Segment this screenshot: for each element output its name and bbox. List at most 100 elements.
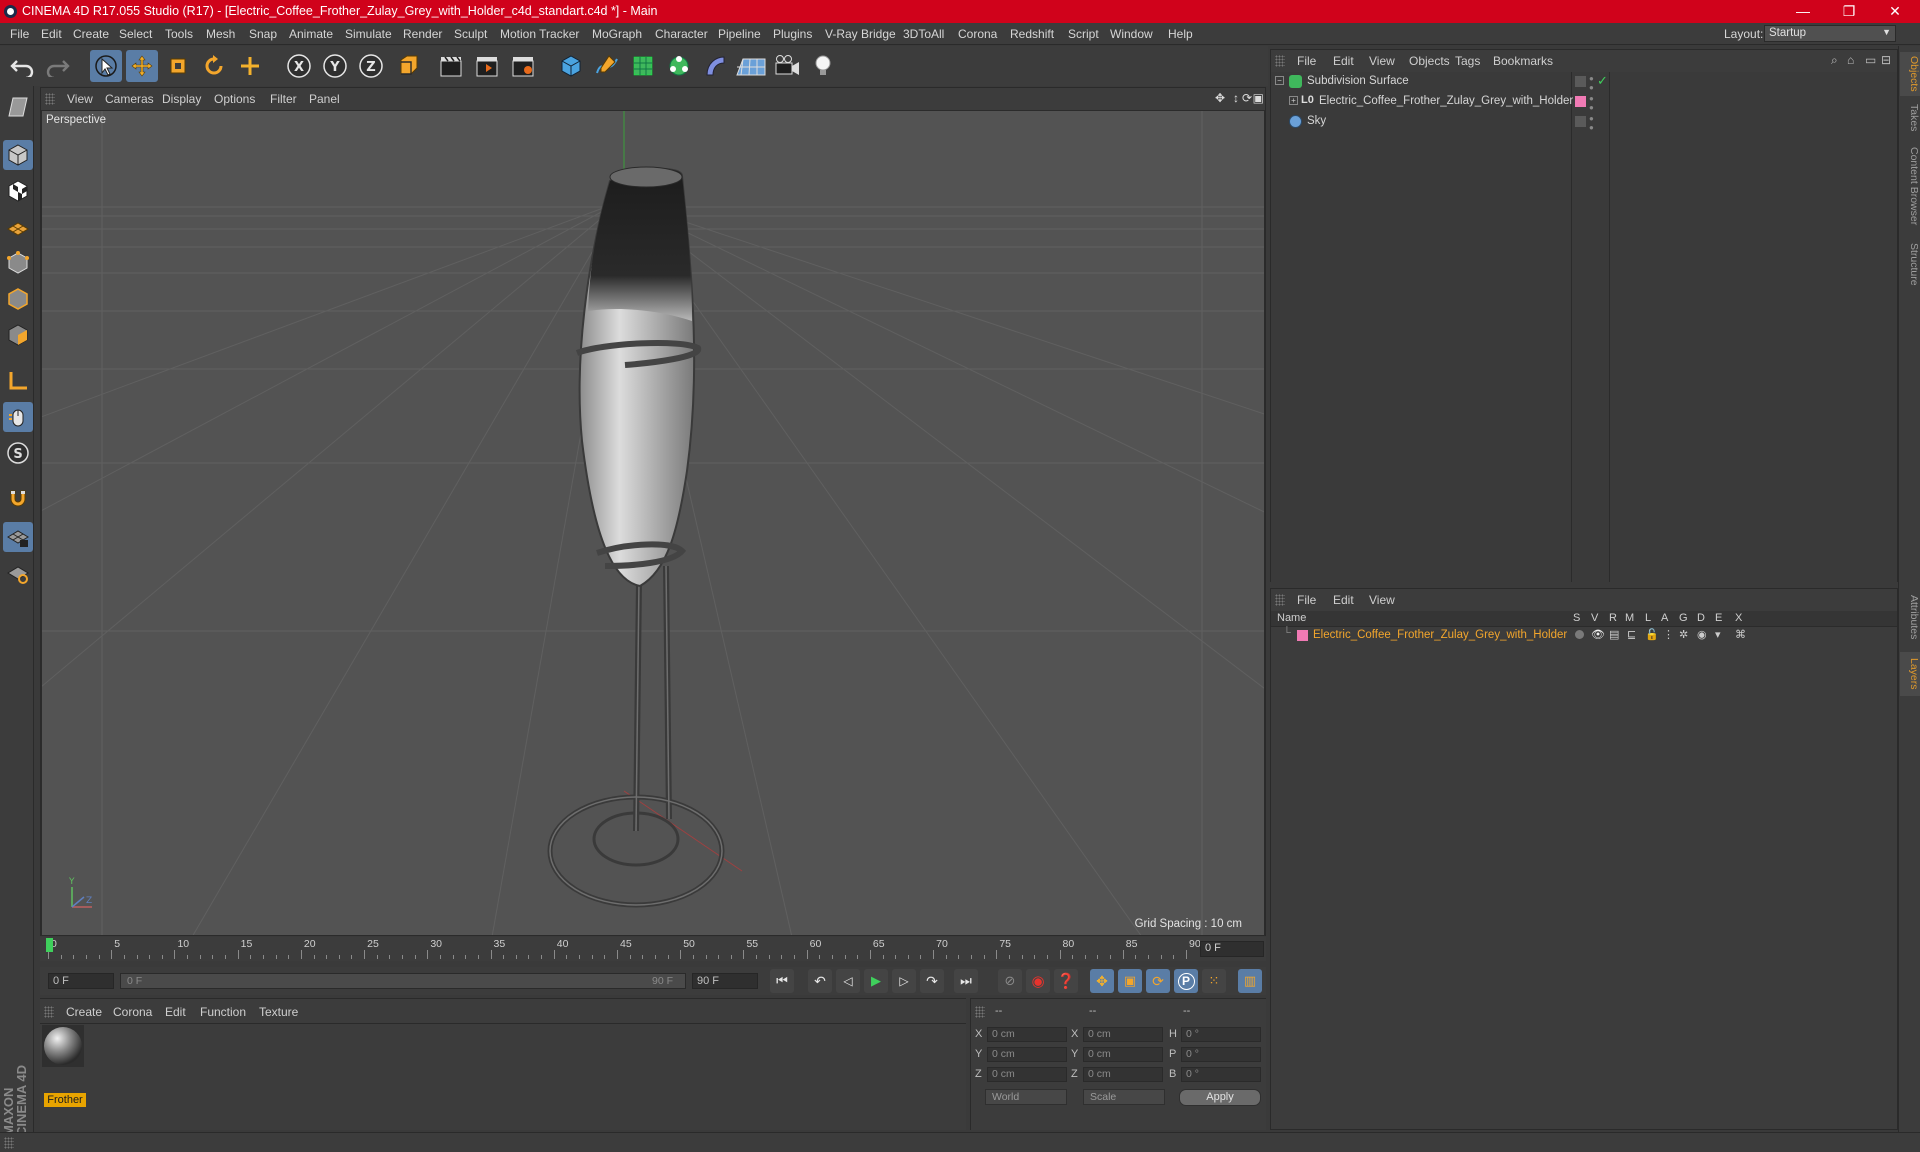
column-generators[interactable]: G	[1679, 612, 1688, 624]
layer-name[interactable]: Electric_Coffee_Frother_Zulay_Grey_with_…	[1313, 629, 1567, 641]
home-icon[interactable]: ⌂	[1847, 53, 1854, 67]
object-menu-objects[interactable]: Objects	[1409, 54, 1450, 68]
visibility-dots-icon[interactable]: ● ●	[1589, 74, 1594, 92]
live-selection-button[interactable]	[90, 50, 122, 82]
record-keys-button[interactable]: ⊘	[998, 969, 1022, 993]
column-xref[interactable]: X	[1735, 612, 1742, 624]
column-animation[interactable]: A	[1661, 612, 1668, 624]
layer-menu-file[interactable]: File	[1297, 593, 1316, 607]
object-row-frother[interactable]: + L0 Electric_Coffee_Frother_Zulay_Grey_…	[1271, 92, 1897, 112]
layer-tag-icon[interactable]	[1575, 76, 1586, 87]
add-nurbs-button[interactable]	[627, 50, 659, 82]
add-deformer-button[interactable]	[699, 50, 731, 82]
frame-range-slider[interactable]: 0 F 90 F	[120, 973, 686, 989]
solo-toggle-icon[interactable]	[1575, 630, 1584, 639]
visibility-dots-icon[interactable]: ● ●	[1589, 94, 1594, 112]
render-to-picture-viewer-button[interactable]	[471, 50, 503, 82]
viewport-rotate-icon[interactable]: ⟳	[1242, 91, 1252, 105]
search-icon[interactable]: ⌕	[1831, 53, 1838, 68]
maximize-button[interactable]: ❐	[1826, 0, 1872, 23]
key-rotation-button[interactable]: ⟳	[1146, 969, 1170, 993]
menu-motion-tracker[interactable]: Motion Tracker	[500, 27, 579, 41]
render-toggle-icon[interactable]: ▤	[1609, 628, 1619, 641]
menu-simulate[interactable]: Simulate	[345, 27, 392, 41]
menu-pipeline[interactable]: Pipeline	[718, 27, 761, 41]
menu-mesh[interactable]: Mesh	[206, 27, 235, 41]
column-solo[interactable]: S	[1573, 612, 1580, 624]
coordinate-mode-dropdown[interactable]: World	[985, 1089, 1067, 1105]
new-view-icon[interactable]: ▭	[1865, 53, 1876, 67]
keyframe-selection-button[interactable]: ❓	[1054, 969, 1078, 993]
lock-icon[interactable]: 🔓	[1645, 628, 1659, 641]
timeline-ruler[interactable]: 0 5 10 15 20 25 30 35 40 45 50 55 60 65 70 75 80 85 90 0 F	[40, 937, 1266, 961]
menu-render[interactable]: Render	[403, 27, 442, 41]
play-button[interactable]: ▶	[864, 969, 888, 993]
redo-button[interactable]	[42, 50, 74, 82]
menu-create[interactable]: Create	[73, 27, 109, 41]
tweak-mode-button[interactable]	[3, 402, 33, 432]
collapse-icon[interactable]: −	[1275, 76, 1284, 85]
layer-menu-view[interactable]: View	[1369, 593, 1395, 607]
go-to-end-button[interactable]: ⏭	[954, 969, 978, 993]
planar-workplane-button[interactable]	[3, 558, 33, 588]
menu-animate[interactable]: Animate	[289, 27, 333, 41]
make-editable-button[interactable]	[3, 92, 33, 122]
menu-character[interactable]: Character	[655, 27, 708, 41]
next-key-button[interactable]: ↷	[920, 969, 944, 993]
z-axis-button[interactable]: Z	[355, 50, 387, 82]
menu-window[interactable]: Window	[1110, 27, 1153, 41]
timeline-ticks[interactable]: 0 5 10 15 20 25 30 35 40 45 50 55 60 65 70 75 80 85 90	[46, 937, 1201, 961]
viewport-menu-filter[interactable]: Filter	[270, 92, 297, 106]
object-name[interactable]: Sky	[1307, 115, 1326, 127]
current-frame-field[interactable]: 0 F	[1200, 941, 1264, 957]
menu-corona[interactable]: Corona	[958, 27, 997, 41]
object-name[interactable]: Subdivision Surface	[1307, 75, 1409, 87]
expression-toggle-icon[interactable]: ▾	[1715, 628, 1721, 641]
layer-color-swatch[interactable]	[1297, 630, 1308, 641]
tab-takes[interactable]: Takes	[1900, 100, 1920, 136]
render-settings-button[interactable]	[507, 50, 539, 82]
material-menu-edit[interactable]: Edit	[165, 1005, 186, 1019]
menu-tools[interactable]: Tools	[165, 27, 193, 41]
tab-content-browser[interactable]: Content Browser	[1900, 140, 1920, 232]
viewport-menu-options[interactable]: Options	[214, 92, 255, 106]
menu-sculpt[interactable]: Sculpt	[454, 27, 487, 41]
size-z-field[interactable]: 0 cm	[1083, 1067, 1163, 1082]
tab-layers[interactable]: Layers	[1900, 652, 1920, 696]
menu-3dtoall[interactable]: 3DToAll	[903, 27, 944, 41]
layer-color-icon[interactable]	[1575, 96, 1586, 107]
end-frame-field[interactable]: 90 F	[692, 973, 758, 989]
viewport-move-icon[interactable]: ✥	[1215, 91, 1225, 105]
xref-toggle-icon[interactable]: ⌘	[1735, 628, 1746, 641]
menu-edit[interactable]: Edit	[41, 27, 62, 41]
model-mode-button[interactable]	[3, 140, 33, 170]
previous-key-button[interactable]: ↶	[808, 969, 832, 993]
menu-script[interactable]: Script	[1068, 27, 1099, 41]
material-menu-corona[interactable]: Corona	[113, 1005, 152, 1019]
scale-tool-button[interactable]	[162, 50, 194, 82]
tab-objects[interactable]: Objects	[1900, 52, 1920, 96]
enabled-check-icon[interactable]: ✓	[1597, 73, 1608, 89]
polygons-mode-button[interactable]	[3, 320, 33, 350]
visibility-dots-icon[interactable]: ● ●	[1589, 114, 1594, 132]
object-menu-file[interactable]: File	[1297, 54, 1316, 68]
rotate-tool-button[interactable]	[198, 50, 230, 82]
key-parameter-button[interactable]: P	[1174, 969, 1198, 993]
animation-toggle-icon[interactable]: ⋮	[1663, 628, 1674, 641]
move-tool-button[interactable]	[126, 50, 158, 82]
position-z-field[interactable]: 0 cm	[987, 1067, 1067, 1082]
close-button[interactable]: ✕	[1872, 0, 1918, 23]
menu-help[interactable]: Help	[1168, 27, 1193, 41]
deformer-toggle-icon[interactable]: ◉	[1697, 628, 1707, 641]
menu-plugins[interactable]: Plugins	[773, 27, 812, 41]
workplane-mode-button[interactable]	[3, 212, 33, 242]
viewport-menu-panel[interactable]: Panel	[309, 92, 340, 106]
add-camera-button[interactable]	[771, 50, 803, 82]
recent-tool-button[interactable]	[234, 50, 266, 82]
column-expressions[interactable]: E	[1715, 612, 1722, 624]
locked-workplane-button[interactable]	[3, 522, 33, 552]
object-row-sky[interactable]: Sky ● ●	[1271, 112, 1897, 132]
generator-toggle-icon[interactable]: ✲	[1679, 628, 1688, 641]
menu-vray-bridge[interactable]: V-Ray Bridge	[825, 27, 896, 41]
size-y-field[interactable]: 0 cm	[1083, 1047, 1163, 1062]
